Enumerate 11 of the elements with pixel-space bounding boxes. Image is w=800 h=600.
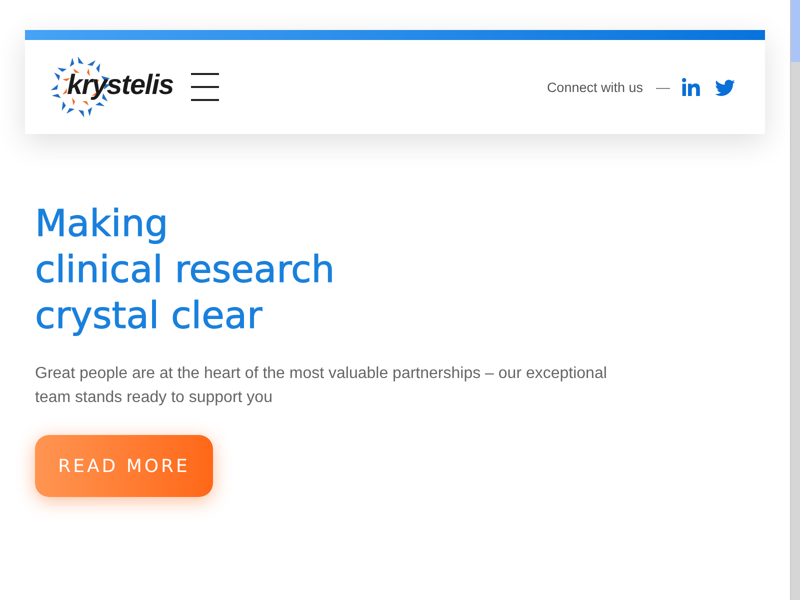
menu-icon <box>191 73 219 101</box>
menu-button[interactable] <box>191 73 219 101</box>
hero-heading: Making clinical research crystal clear <box>35 201 335 339</box>
scrollbar-thumb[interactable] <box>791 0 800 62</box>
scrollbar-track[interactable] <box>790 0 800 600</box>
separator-dash: — <box>656 79 670 95</box>
logo-wordmark[interactable]: krystelis <box>67 69 174 101</box>
connect-label: Connect with us <box>546 80 643 94</box>
linkedin-icon[interactable] <box>682 78 700 96</box>
twitter-icon[interactable] <box>715 78 735 96</box>
hero-description: Great people are at the heart of the most valuable partnerships – our exceptional team stands ready to support you <box>35 364 608 408</box>
